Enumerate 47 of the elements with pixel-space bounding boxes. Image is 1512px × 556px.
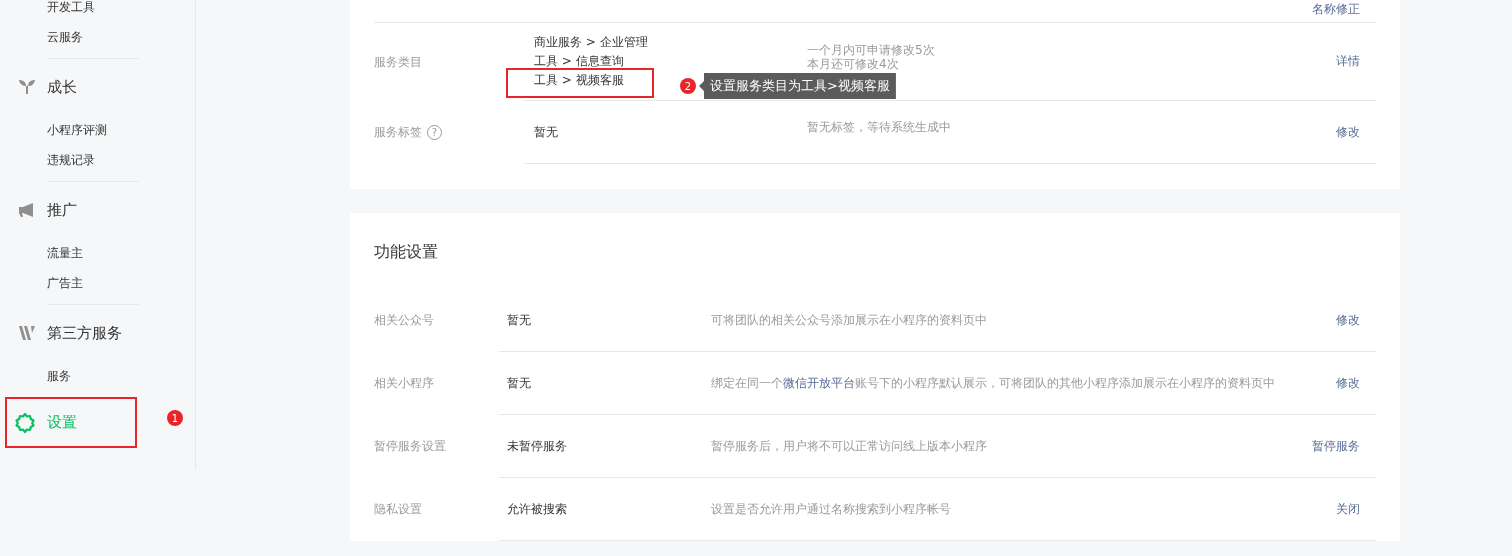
section-title: 功能设置 <box>374 241 439 263</box>
sidebar-item[interactable]: 开发工具 <box>0 0 195 22</box>
sidebar-item[interactable]: 小程序评测 <box>0 115 195 145</box>
hint-text: 一个月内可申请修改5次 <box>807 42 936 57</box>
action-link[interactable]: 暂停服务 <box>1312 437 1360 455</box>
field-label: 相关公众号 <box>374 312 434 329</box>
hint-text: 本月还可修改4次 <box>807 56 900 71</box>
category-text: 工具 > 信息查询 <box>534 54 624 68</box>
hint-text: 暂无标签，等待系统生成中 <box>807 120 952 134</box>
megaphone-icon <box>18 202 36 218</box>
category-text: 工具 > 视频客服 <box>534 73 624 87</box>
sidebar-item[interactable]: 广告主 <box>0 268 195 298</box>
sidebar-item[interactable]: 云服务 <box>0 22 195 52</box>
action-link[interactable]: 修改 <box>1336 123 1360 141</box>
action-link[interactable]: 修改 <box>1336 311 1360 329</box>
tooltip: 设置服务类目为工具>视频客服 <box>699 73 896 99</box>
field-value: 暂无 <box>507 374 532 392</box>
field-label: 服务类目 <box>374 53 422 71</box>
step-badge: 1 <box>167 410 183 426</box>
hint-text: 设置是否允许用户通过名称搜索到小程序帐号 <box>711 501 952 518</box>
hint-text: 可将团队的相关公众号添加展示在小程序的资料页中 <box>711 312 988 329</box>
category-text: 商业服务 > 企业管理 <box>534 35 648 49</box>
hint-text: 绑定在同一个微信开放平台账号下的小程序默认展示，可将团队的其他小程序添加展示在小程序的资料页中 <box>711 375 1276 392</box>
field-label: 服务标签 <box>374 124 422 141</box>
field-value: 暂无 <box>507 311 532 329</box>
step-badge: 2 <box>680 78 696 94</box>
third-party-icon <box>18 325 36 341</box>
action-link[interactable]: 关闭 <box>1336 500 1360 518</box>
action-link[interactable]: 详情 <box>1336 53 1360 70</box>
sprout-icon <box>18 79 36 95</box>
settings-icon <box>15 412 35 433</box>
hint-text: 暂停服务后，用户将不可以正常访问线上版本小程序 <box>711 438 988 455</box>
field-label: 相关小程序 <box>374 375 434 392</box>
sidebar-item[interactable]: 服务 <box>0 361 195 391</box>
platform-link[interactable]: 微信开放平台 <box>783 376 855 390</box>
sidebar-group-title[interactable]: 成长 <box>47 77 77 97</box>
sidebar-group-title[interactable]: 第三方服务 <box>47 323 122 343</box>
field-label: 暂停服务设置 <box>374 438 446 455</box>
sidebar-group-title[interactable]: 推广 <box>47 200 77 220</box>
field-value: 未暂停服务 <box>507 437 568 455</box>
rename-link[interactable]: 名称修正 <box>1312 2 1360 16</box>
sidebar-item[interactable]: 流量主 <box>0 238 195 268</box>
field-label: 隐私设置 <box>374 501 422 518</box>
sidebar-item[interactable]: 违规记录 <box>0 145 195 175</box>
action-link[interactable]: 修改 <box>1336 374 1360 392</box>
category-text: 暂无 <box>534 124 558 139</box>
field-value: 允许被搜索 <box>507 500 568 518</box>
